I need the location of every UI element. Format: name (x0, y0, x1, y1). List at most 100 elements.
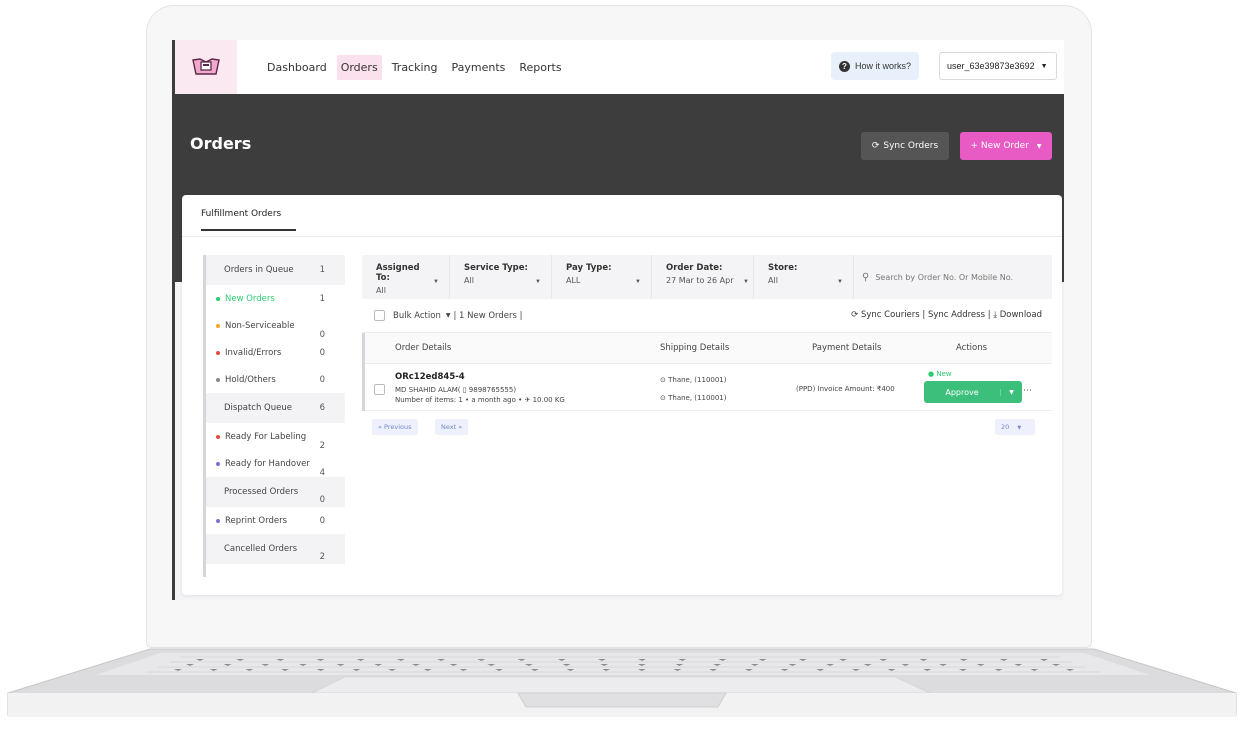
order-id[interactable]: ORc12ed845-4 (395, 372, 465, 382)
col-actions: Actions (956, 343, 988, 353)
main-nav: Dashboard Orders Tracking Payments Repor… (263, 54, 572, 80)
date-value: 27 Mar to 26 Apr (666, 276, 734, 285)
caret-down-icon: ▼ (837, 279, 843, 285)
select-all-checkbox[interactable] (374, 310, 385, 321)
sidebar-item[interactable]: Reprint Orders 0 (206, 507, 345, 534)
order-weight: 10.00 KG (532, 396, 565, 404)
sidebar-group[interactable]: Cancelled Orders 2 (206, 534, 345, 564)
sidebar-item-count: 0 (319, 347, 325, 358)
pay-type-filter[interactable]: Pay Type: ALL ▼ (552, 255, 652, 299)
sidebar-item-label: Non-Serviceable (225, 320, 295, 331)
sidebar-item-count: 6 (319, 403, 325, 413)
ship-to-text: Thane, (110001) (668, 394, 727, 402)
order-meta-text: Number of items: 1 • a month ago • (395, 396, 523, 404)
sidebar-group[interactable]: Dispatch Queue 6 (206, 393, 345, 423)
search-placeholder: Search by Order No. Or Mobile No. (875, 272, 1014, 282)
col-shipping-details: Shipping Details (660, 343, 730, 353)
assigned-filter[interactable]: Assigned To: All ▼ (362, 255, 450, 299)
app-screen: Dashboard Orders Tracking Payments Repor… (172, 40, 1064, 600)
nav-dashboard[interactable]: Dashboard (263, 55, 331, 80)
sidebar-item[interactable]: Invalid/Errors 0 (206, 339, 345, 366)
order-date-filter[interactable]: Order Date: 27 Mar to 26 Apr ▼ (652, 255, 754, 299)
search-input[interactable]: ⚲ Search by Order No. Or Mobile No. (854, 255, 1050, 299)
ship-to: ⊙ Thane, (110001) (660, 394, 727, 402)
sync-download-links[interactable]: ⟳ Sync Couriers | Sync Address | ⤓ Downl… (851, 310, 1042, 320)
sidebar-group[interactable]: Processed Orders 0 (206, 477, 345, 507)
table-row: ORc12ed845-4 MD SHAHID ALAM( ▯ 989876555… (365, 363, 1052, 411)
table-header: Order Details Shipping Details Payment D… (365, 333, 1052, 363)
sidebar-item-label: Hold/Others (225, 374, 276, 385)
row-checkbox[interactable] (374, 384, 385, 395)
bulk-action-bar: Bulk Action ▼ | 1 New Orders | ⟳ Sync Co… (362, 299, 1052, 333)
sidebar-item-label: Orders in Queue (224, 265, 294, 275)
status-dot-icon (216, 377, 220, 382)
user-dropdown[interactable]: user_63e39873e3692 ▼ (939, 52, 1057, 80)
orders-content: Assigned To: All ▼ Service Type: All ▼ P… (362, 255, 1052, 441)
nav-tracking[interactable]: Tracking (388, 55, 442, 80)
sidebar-item[interactable]: Non-Serviceable 0 (206, 312, 345, 340)
sidebar-item-label: Cancelled Orders (224, 544, 298, 554)
sidebar-item-label: Dispatch Queue (224, 403, 292, 413)
how-it-works-button[interactable]: ? How it works? (831, 52, 919, 80)
assigned-label: Assigned To: (376, 263, 420, 283)
question-icon: ? (838, 60, 850, 72)
service-value: All (464, 276, 474, 285)
sidebar-item[interactable]: New Orders 1 (206, 285, 345, 312)
col-payment-details: Payment Details (812, 343, 882, 353)
approve-button[interactable]: Approve ▼ (924, 381, 1022, 403)
sync-orders-label: Sync Orders (883, 141, 939, 151)
page-title: Orders (190, 134, 252, 153)
store-value: All (768, 276, 778, 285)
pagination: « Previous Next » 20 ▼ (362, 411, 1052, 441)
customer-info: MD SHAHID ALAM( ▯ 9898765555) (395, 386, 517, 394)
caret-down-icon: ▼ (1036, 142, 1042, 150)
order-meta: Number of items: 1 • a month ago • ✈ 10.… (395, 396, 565, 404)
sync-icon: ⟳ (851, 310, 861, 320)
service-type-filter[interactable]: Service Type: All ▼ (450, 255, 552, 299)
tab-fulfillment-orders[interactable]: Fulfillment Orders (201, 209, 296, 231)
sidebar-item-label: Processed Orders (224, 487, 299, 497)
previous-button[interactable]: « Previous (372, 419, 418, 435)
store-filter[interactable]: Store: All ▼ (754, 255, 854, 299)
bulk-action-dropdown[interactable]: Bulk Action (393, 311, 441, 321)
status-dot-icon (216, 434, 220, 439)
how-it-works-label: How it works? (854, 61, 911, 71)
plane-icon: ✈ (524, 396, 531, 404)
pay-label: Pay Type: (566, 263, 612, 273)
sidebar-item-label: Reprint Orders (225, 515, 288, 526)
nav-payments[interactable]: Payments (447, 55, 509, 80)
sidebar-item[interactable]: Ready for Handover 4 (206, 450, 345, 478)
orders-card: Fulfillment Orders Orders in Queue 1 New O… (182, 195, 1062, 595)
status-dot-icon (216, 296, 220, 301)
sidebar-group[interactable]: Orders in Queue 1 (206, 255, 345, 285)
sidebar-item[interactable]: Hold/Others 0 (206, 366, 345, 393)
status-text: New (936, 370, 952, 378)
more-icon[interactable]: ⋯ (1023, 386, 1032, 396)
next-button[interactable]: Next » (435, 419, 469, 435)
status-dot-icon (216, 323, 220, 328)
date-label: Order Date: (666, 263, 723, 273)
status-dot-icon (216, 350, 220, 355)
sidebar-item-count: 1 (319, 293, 325, 304)
sidebar-item[interactable]: Ready For Labeling 2 (206, 423, 345, 451)
filter-bar: Assigned To: All ▼ Service Type: All ▼ P… (362, 255, 1052, 299)
sync-orders-button[interactable]: ⟳ Sync Orders (861, 132, 949, 160)
status-badge: ● New (928, 370, 952, 378)
col-order-details: Order Details (395, 343, 452, 353)
nav-orders[interactable]: Orders (336, 54, 382, 80)
sidebar-item-count: 0 (319, 495, 325, 505)
nav-reports[interactable]: Reports (515, 55, 565, 80)
per-page-select[interactable]: 20 ▼ (995, 419, 1035, 435)
new-order-button[interactable]: + New Order ▼ (960, 132, 1052, 160)
approve-label: Approve (945, 387, 979, 397)
logo-icon (192, 58, 220, 75)
caret-down-icon: ▼ (635, 279, 641, 285)
per-page-value: 20 (1001, 423, 1010, 431)
logo[interactable] (175, 40, 237, 94)
caret-down-icon[interactable]: ▼ (1000, 388, 1022, 396)
sidebar-item-count: 2 (319, 552, 325, 562)
top-navbar: Dashboard Orders Tracking Payments Repor… (175, 40, 1064, 94)
divider (182, 236, 1062, 237)
drop-icon: ⊙ (660, 394, 666, 402)
payment-info: (PPD) Invoice Amount: ₹400 (796, 385, 895, 393)
